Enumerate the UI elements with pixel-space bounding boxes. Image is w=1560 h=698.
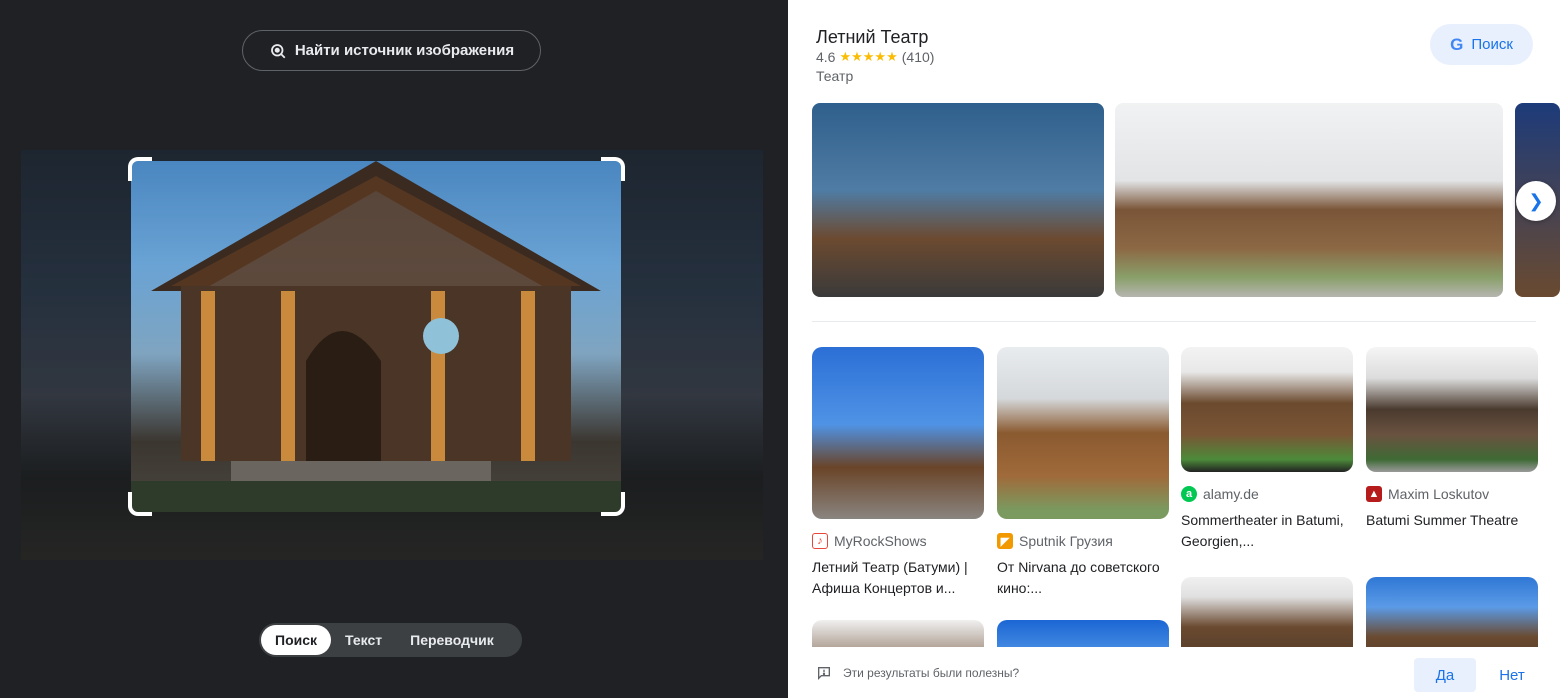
maxim-loskutov-icon: ▲ [1366, 486, 1382, 502]
feedback-question: Эти результаты были полезны? [843, 666, 1020, 680]
result-title[interactable]: Летний Театр (Батуми) | Афиша Концертов … [812, 557, 984, 599]
result-thumbnail[interactable] [1181, 347, 1353, 472]
source-name: Maxim Loskutov [1388, 486, 1490, 502]
result-title[interactable]: Batumi Summer Theatre [1366, 510, 1538, 552]
place-title[interactable]: Летний Театр [816, 27, 928, 48]
mode-text-button[interactable]: Текст [331, 625, 396, 655]
result-title[interactable]: От Nirvana до советского кино:... [997, 557, 1169, 599]
crop-selection[interactable] [131, 161, 621, 512]
lens-mode-switch: Поиск Текст Переводчик [259, 623, 522, 657]
crop-handle-bottom-right[interactable] [601, 492, 625, 516]
building-image [131, 161, 621, 512]
source-name: MyRockShows [834, 533, 927, 549]
google-g-icon: G [1450, 34, 1464, 54]
review-count[interactable]: (410) [902, 49, 935, 65]
result-card[interactable]: ♪ MyRockShows Летний Театр (Батуми) | Аф… [812, 347, 984, 599]
result-source[interactable]: ▲ Maxim Loskutov [1366, 486, 1538, 502]
search-button-label: Поиск [1471, 36, 1513, 53]
feedback-yes-button[interactable]: Да [1414, 658, 1476, 692]
rating-value: 4.6 [816, 49, 836, 65]
feedback-bar: Эти результаты были полезны? Да Нет [788, 647, 1560, 698]
result-source[interactable]: ◤ Sputnik Грузия [997, 533, 1169, 549]
feedback-no-button[interactable]: Нет [1488, 658, 1536, 692]
place-photo-1[interactable] [812, 103, 1104, 297]
mode-translate-button[interactable]: Переводчик [396, 625, 508, 655]
sputnik-icon: ◤ [997, 533, 1013, 549]
section-divider [812, 321, 1536, 322]
chevron-right-icon[interactable]: ❯ [1516, 181, 1556, 221]
result-thumbnail[interactable] [812, 347, 984, 519]
result-card[interactable]: a alamy.de Sommertheater in Batumi, Geor… [1181, 347, 1353, 552]
myrockshows-icon: ♪ [812, 533, 828, 549]
feedback-icon [818, 667, 830, 680]
result-card[interactable]: ▲ Maxim Loskutov Batumi Summer Theatre [1366, 347, 1538, 552]
crop-handle-bottom-left[interactable] [128, 492, 152, 516]
place-rating: 4.6 ★★★★★ (410) [816, 49, 934, 65]
place-photo-2[interactable] [1115, 103, 1503, 297]
google-search-button[interactable]: G Поиск [1430, 24, 1533, 65]
crop-handle-top-left[interactable] [128, 157, 152, 181]
crop-handle-top-right[interactable] [601, 157, 625, 181]
source-name: alamy.de [1203, 486, 1259, 502]
source-name: Sputnik Грузия [1019, 533, 1113, 549]
result-title[interactable]: Sommertheater in Batumi, Georgien,... [1181, 510, 1353, 552]
mode-search-button[interactable]: Поиск [261, 625, 332, 655]
result-source[interactable]: ♪ MyRockShows [812, 533, 984, 549]
lens-image-pane: Найти источник изображения Поиск Текст П… [0, 0, 788, 698]
find-source-label: Найти источник изображения [294, 42, 515, 59]
lens-search-icon [270, 43, 286, 58]
result-card[interactable]: ◤ Sputnik Грузия От Nirvana до советског… [997, 347, 1169, 599]
result-source[interactable]: a alamy.de [1181, 486, 1353, 502]
star-rating-icon: ★★★★★ [839, 49, 898, 64]
find-image-source-button[interactable]: Найти источник изображения [242, 30, 541, 71]
result-thumbnail[interactable] [1366, 347, 1538, 472]
results-pane: Летний Театр 4.6 ★★★★★ (410) Театр G Пои… [788, 0, 1560, 698]
result-thumbnail[interactable] [997, 347, 1169, 519]
alamy-icon: a [1181, 486, 1197, 502]
place-category: Театр [816, 68, 854, 84]
